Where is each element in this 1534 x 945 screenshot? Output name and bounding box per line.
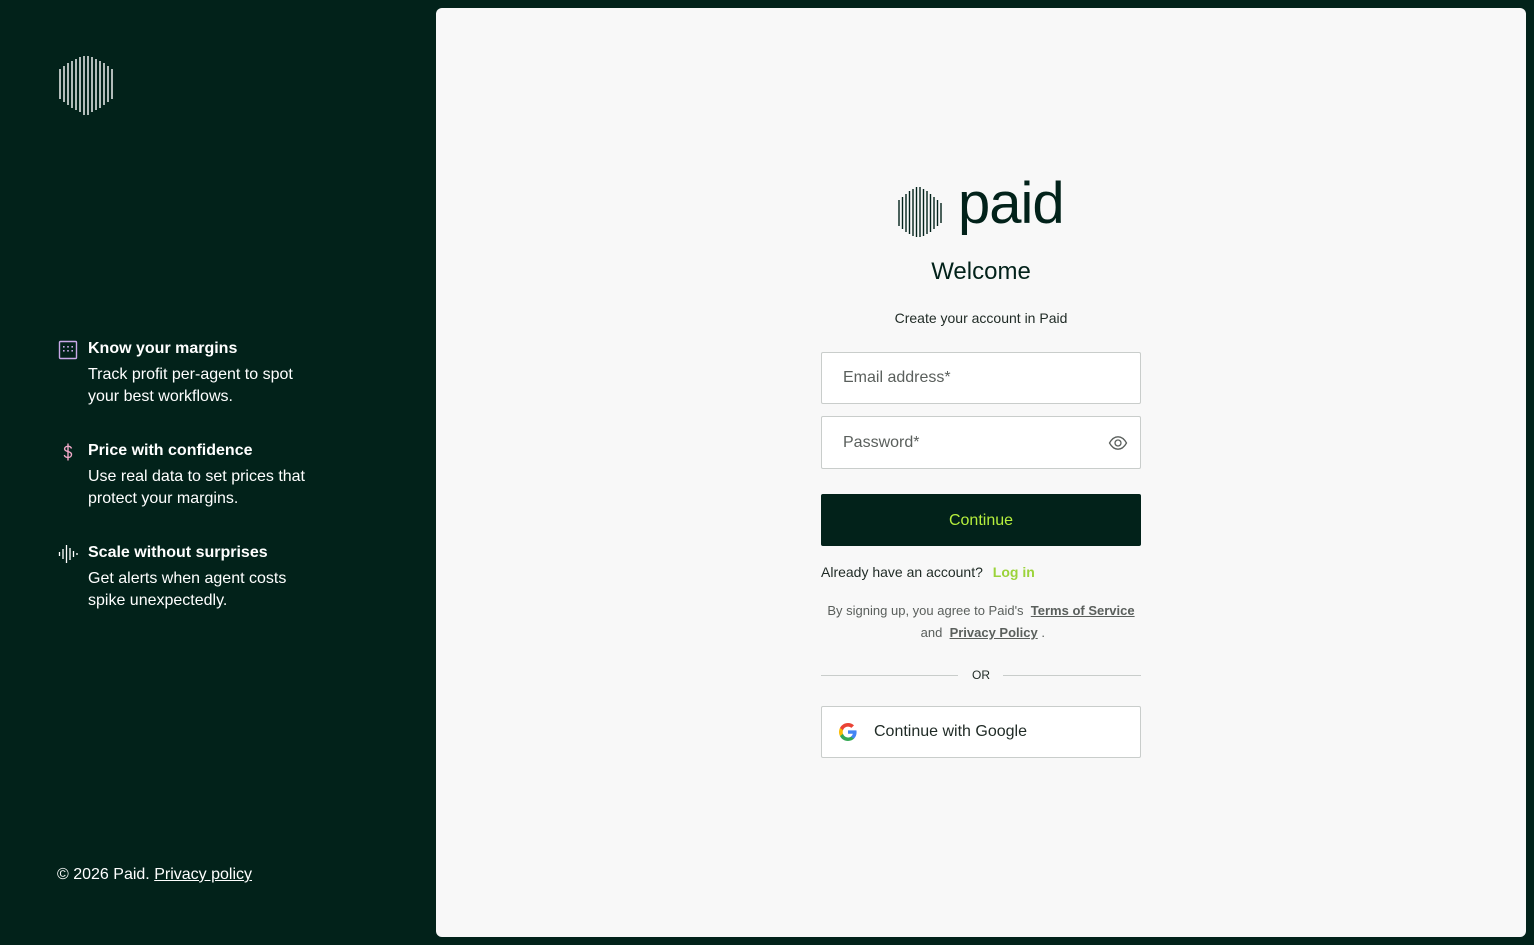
have-account-text: Already have an account? bbox=[821, 564, 983, 580]
feature-description: Track profit per-agent to spot your best… bbox=[88, 366, 293, 405]
terms-and: and bbox=[920, 625, 943, 640]
feature-description: Use real data to set prices that protect… bbox=[88, 468, 305, 507]
feature-title: Scale without surprises bbox=[88, 544, 268, 561]
footer-copyright: © 2026 Paid. bbox=[57, 866, 150, 883]
left-panel: Know your margins Track profit per-agent… bbox=[0, 0, 436, 945]
email-field-wrapper bbox=[821, 352, 1141, 404]
continue-button[interactable]: Continue bbox=[821, 494, 1141, 546]
feature-item: Know your margins Track profit per-agent… bbox=[58, 338, 358, 408]
login-prompt: Already have an account? Log in bbox=[821, 564, 1035, 580]
dollar-sign-icon bbox=[63, 443, 73, 461]
footer: © 2026 Paid. Privacy policy bbox=[57, 866, 252, 884]
email-input[interactable] bbox=[822, 353, 1140, 403]
or-divider: OR bbox=[821, 666, 1141, 686]
terms-prefix: By signing up, you agree to Paid's bbox=[827, 603, 1024, 618]
page-title: Welcome bbox=[931, 258, 1031, 285]
feature-item: Scale without surprises Get alerts when … bbox=[58, 542, 358, 612]
show-password-icon[interactable] bbox=[1108, 433, 1128, 453]
privacy-policy-link[interactable]: Privacy Policy bbox=[950, 625, 1038, 640]
terms-notice: By signing up, you agree to Paid's Terms… bbox=[821, 600, 1141, 644]
paid-logo-icon bbox=[59, 56, 113, 115]
audio-wave-icon bbox=[58, 545, 78, 563]
feature-list: Know your margins Track profit per-agent… bbox=[58, 338, 358, 644]
login-link[interactable]: Log in bbox=[993, 564, 1035, 580]
google-icon bbox=[839, 723, 857, 741]
page-subtitle: Create your account in Paid bbox=[894, 310, 1068, 326]
paid-mark-icon bbox=[898, 187, 942, 237]
password-input[interactable] bbox=[822, 417, 1140, 468]
feature-title: Know your margins bbox=[88, 340, 238, 357]
feature-description: Get alerts when agent costs spike unexpe… bbox=[88, 570, 287, 609]
google-signin-button[interactable]: Continue with Google bbox=[821, 706, 1141, 758]
password-field-wrapper bbox=[821, 416, 1141, 469]
terms-of-service-link[interactable]: Terms of Service bbox=[1031, 603, 1135, 618]
or-label: OR bbox=[972, 668, 990, 682]
google-button-label: Continue with Google bbox=[874, 723, 1027, 740]
feature-item: Price with confidence Use real data to s… bbox=[58, 440, 358, 510]
terms-suffix: . bbox=[1041, 625, 1045, 640]
feature-title: Price with confidence bbox=[88, 442, 253, 459]
brand-wordmark: paid bbox=[958, 171, 1065, 236]
grid-calendar-icon bbox=[58, 340, 78, 360]
signup-panel: paid Welcome Create your account in Paid… bbox=[436, 8, 1526, 937]
privacy-policy-link[interactable]: Privacy policy bbox=[154, 866, 252, 883]
brand-logo: paid bbox=[897, 172, 1072, 242]
